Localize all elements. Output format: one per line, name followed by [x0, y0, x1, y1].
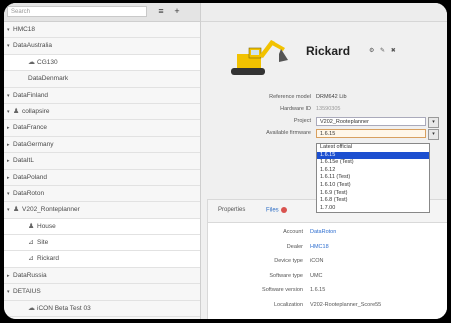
title-action-icons[interactable]: ⚙ ✎ ✖ [369, 47, 398, 54]
tree-item[interactable]: ▾ DataAustralia [4, 38, 200, 55]
field-label: Available firmware [266, 130, 311, 136]
firmware-option[interactable]: 1.6.9 (Test) [317, 190, 429, 198]
tree-item[interactable]: ▸ DataGermany [4, 137, 200, 154]
field-value: 13590305 [316, 106, 341, 112]
tree-node-icon: ☁ [28, 58, 35, 66]
detail-link[interactable]: DataRoton [310, 229, 336, 235]
detail-label: Device type [274, 258, 303, 264]
tree-item-label: DataGermany [13, 140, 54, 148]
firmware-select[interactable]: 1.6.15 ▾ [316, 129, 439, 140]
tree-node-icon: ♟ [28, 222, 35, 230]
tree-node-icon: ⊿ [28, 317, 37, 319]
tree-item[interactable]: ▸ DataItL [4, 153, 200, 170]
main-topbar [201, 3, 447, 22]
tree-item-label: DataPoland [13, 173, 47, 181]
tree-item[interactable]: ⊿ Rickard [4, 251, 200, 268]
tree-item[interactable]: ▸ DataRussia [4, 268, 200, 285]
tree-item[interactable]: ▾ ♟ V202_Ronteplanner [4, 202, 200, 219]
tree-item-label: collapsire [22, 107, 50, 115]
tree-item[interactable]: ▾ HMC18 [4, 22, 200, 39]
machine-header: Rickard ⚙ ✎ ✖ [201, 22, 447, 88]
tree-item-label: DataFrance [13, 124, 47, 132]
detail-label: Software type [269, 272, 303, 279]
app-window: Search ≡ + ▾ HMC18 ▾ DataAustralia ☁ CG130 Dat… [4, 3, 447, 319]
machine-tree: ▾ HMC18 ▾ DataAustralia ☁ CG130 DataDenmark ▾ Da… [4, 22, 200, 319]
excavator-icon [231, 40, 288, 75]
tree-item-label: V202_Ronteplanner [22, 206, 80, 214]
tree-item-label: iCON Beta Test 03 [37, 304, 91, 312]
tree-item[interactable]: ☁ iCON Beta Test 03 [4, 301, 200, 318]
firmware-option[interactable]: 1.6.8 (Test) [317, 197, 429, 205]
tree-item-label: Rickard [37, 255, 60, 263]
tree-node-icon: ♟ [13, 206, 20, 214]
tree-item[interactable]: ▸ DataPoland [4, 170, 200, 186]
tree-item-label: Site [37, 239, 49, 247]
tree-item[interactable]: ▸ DataFrance [4, 120, 200, 137]
tree-item-label: DataDenmark [28, 75, 69, 83]
sidebar-toolbar: Search ≡ + [4, 3, 200, 22]
tree-item-label: DataRoton [13, 189, 45, 197]
select-value: 1.6.15 [320, 131, 336, 137]
tree-node-icon: ⊿ [28, 255, 34, 263]
tree-item[interactable]: DataDenmark [4, 71, 200, 88]
tree-node-icon: ⊿ [28, 239, 34, 247]
tree-item-label: DataRussia [13, 271, 47, 279]
firmware-option[interactable]: 1.6.15 [317, 151, 429, 160]
add-icon[interactable]: + [170, 5, 184, 18]
detail-value: iCON [310, 258, 324, 264]
tab-properties[interactable]: Properties [218, 207, 245, 213]
tree-item[interactable]: ▾ DataRoton [4, 186, 200, 203]
firmware-option[interactable]: 1.6.11 (Test) [317, 174, 429, 182]
tree-item[interactable]: ▾ ♟ collapsire [4, 104, 200, 121]
tree-node-icon: ♟ [13, 107, 20, 115]
tab-files-label: Files [266, 207, 279, 214]
search-input[interactable]: Search [7, 6, 147, 17]
tree-item-label: DataItL [13, 157, 34, 165]
machine-title: Rickard [306, 44, 351, 58]
detail-link[interactable]: HMC18 [310, 244, 329, 250]
tree-item[interactable]: ⊿ Site [4, 235, 200, 252]
firmware-option[interactable]: Latest official [317, 144, 429, 152]
tree-item[interactable]: ▾ DETAIUS [4, 284, 200, 301]
tree-item-label: House [37, 222, 56, 230]
field-label: Hardware ID [280, 106, 311, 112]
field-value: DRM642 Lib [316, 94, 347, 100]
tree-item-label: CG130 [37, 58, 58, 66]
menu-icon[interactable]: ≡ [154, 5, 168, 18]
detail-value: 1.6.15 [310, 287, 326, 293]
detail-label: Account [283, 229, 303, 235]
firmware-option[interactable]: 1.6.15e (Test) [317, 159, 429, 167]
select-value: V202_Rooteplanner [320, 119, 369, 125]
tree-item[interactable]: ▾ DataFinland [4, 88, 200, 104]
tree-item-label: DETAIUS [13, 288, 41, 296]
firmware-option[interactable]: 1.7.00 [317, 205, 429, 213]
tree-node-icon: ☁ [28, 304, 35, 312]
tree-item[interactable]: ⊿iCON Beta Test 04 [4, 317, 200, 319]
field-label: Reference model [269, 94, 311, 100]
sidebar: Search ≡ + ▾ HMC18 ▾ DataAustralia ☁ CG130 Dat… [4, 3, 201, 319]
firmware-option[interactable]: 1.6.12 [317, 167, 429, 175]
firmware-dropdown-list[interactable]: Latest official 1.6.15 1.6.15e (Test) 1.6.1… [316, 143, 430, 214]
detail-label: Software version [262, 287, 303, 293]
detail-label: Dealer [286, 243, 303, 250]
chevron-down-icon[interactable]: ▾ [428, 117, 439, 128]
main-panel: Rickard ⚙ ✎ ✖ Reference model DRM642 Lib H… [201, 3, 447, 319]
tree-item-label: DataAustralia [13, 42, 53, 50]
tabs-panel: Properties Files Account DataRoton Dealer H… [207, 199, 447, 319]
detail-value: UMC [310, 272, 323, 279]
tree-item-label: HMC18 [13, 26, 36, 33]
detail-value: V202-Rooteplanner_Score55 [310, 301, 382, 308]
tree-item[interactable]: ♟ House [4, 218, 200, 236]
detail-label: Localization [273, 301, 303, 308]
chevron-down-icon[interactable]: ▾ [428, 129, 439, 140]
tree-item-label: DataFinland [13, 91, 49, 99]
field-label: Project [293, 118, 311, 124]
firmware-option[interactable]: 1.6.10 (Test) [317, 182, 429, 190]
project-select[interactable]: V202_Rooteplanner ▾ [316, 117, 439, 128]
alert-badge-icon [280, 207, 287, 213]
tree-item[interactable]: ☁ CG130 [4, 54, 200, 72]
tab-files[interactable]: Files [266, 207, 287, 214]
